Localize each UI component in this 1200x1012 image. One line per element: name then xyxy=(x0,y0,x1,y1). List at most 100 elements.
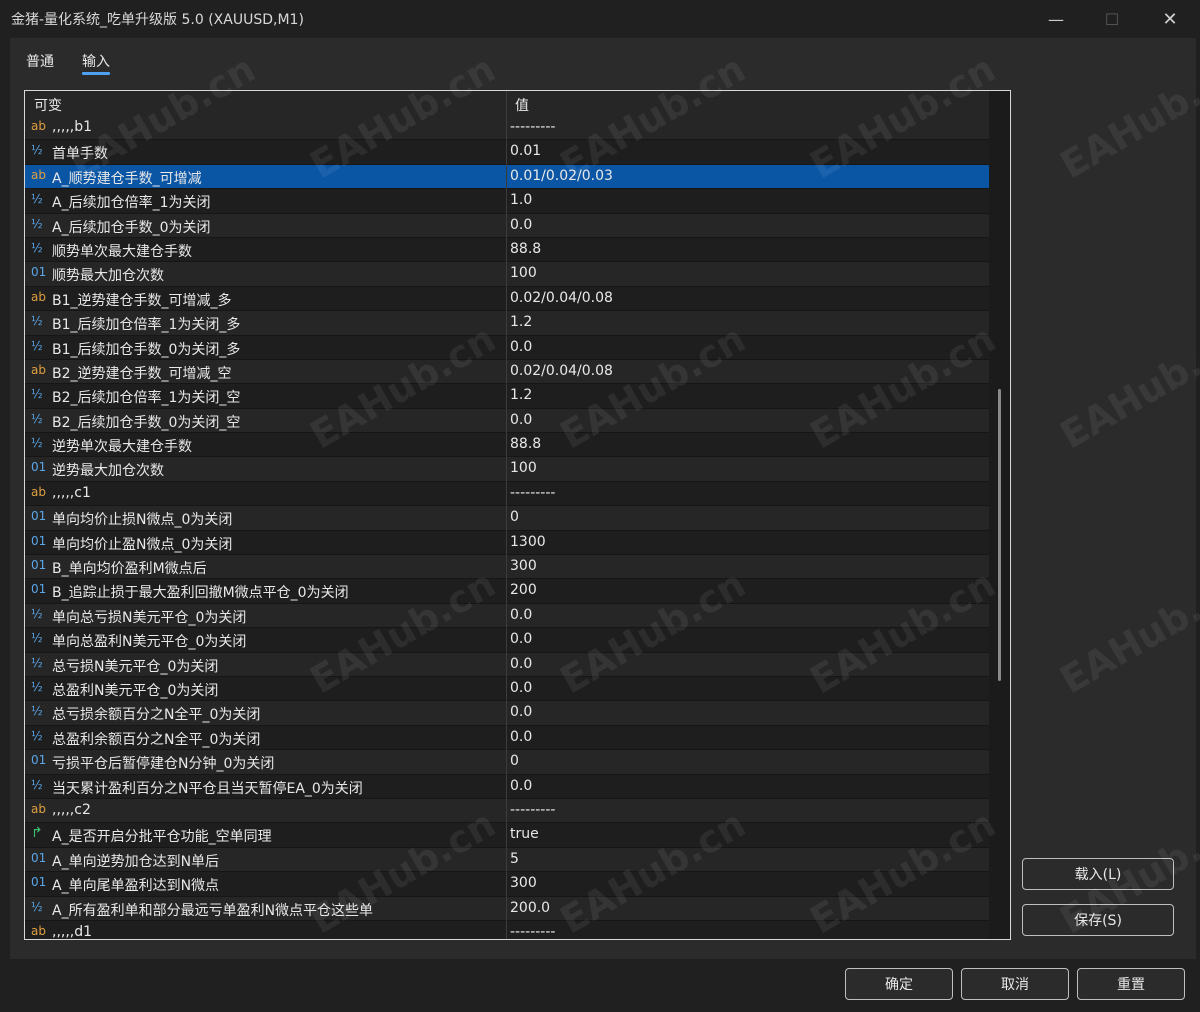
column-header-variable[interactable]: 可变 xyxy=(34,95,62,115)
table-row[interactable]: ab ,,,,,c2 --------- xyxy=(25,798,989,824)
param-value[interactable]: 0.0 xyxy=(510,631,532,647)
param-value[interactable]: 0.01/0.02/0.03 xyxy=(510,168,613,184)
table-row[interactable]: ½ 顺势单次最大建仓手数 88.8 xyxy=(25,237,989,263)
scrollbar-thumb[interactable] xyxy=(998,389,1001,681)
param-name: A_单向逆势加仓达到N单后 xyxy=(52,853,220,870)
param-name: 单向均价止损N微点_0为关闭 xyxy=(52,512,233,529)
ok-button[interactable]: 确定 xyxy=(845,968,953,1000)
param-value[interactable]: 1.2 xyxy=(510,387,532,403)
table-row[interactable]: ½ A_后续加仓倍率_1为关闭 1.0 xyxy=(25,189,989,214)
table-row[interactable]: ab ,,,,,d1 --------- xyxy=(25,920,989,939)
integer-type-icon: 01 xyxy=(31,509,47,524)
param-value[interactable]: 0.0 xyxy=(510,680,532,696)
param-value[interactable]: 100 xyxy=(510,460,537,476)
table-row[interactable]: 01 B_追踪止损于最大盈利回撤M微点平仓_0为关闭 200 xyxy=(25,579,989,604)
param-value[interactable]: 88.8 xyxy=(510,436,541,452)
integer-type-icon: 01 xyxy=(31,460,47,475)
table-row[interactable]: 01 单向均价止盈N微点_0为关闭 1300 xyxy=(25,530,989,556)
param-value[interactable]: 0.02/0.04/0.08 xyxy=(510,290,613,306)
param-value[interactable]: 0.0 xyxy=(510,656,532,672)
table-row[interactable]: ½ B1_后续加仓倍率_1为关闭_多 1.2 xyxy=(25,311,989,336)
param-value[interactable]: 0.01 xyxy=(510,143,541,159)
table-row[interactable]: ½ 当天累计盈利百分之N平仓且当天暂停EA_0为关闭 0.0 xyxy=(25,774,989,799)
table-row[interactable]: 01 亏损平仓后暂停建仓N分钟_0为关闭 0 xyxy=(25,750,989,775)
param-value[interactable]: 0.0 xyxy=(510,607,532,623)
param-name: 总亏损余额百分之N全平_0为关闭 xyxy=(52,707,261,724)
param-value[interactable]: 200.0 xyxy=(510,900,550,916)
minimize-button[interactable]: — xyxy=(1028,0,1084,38)
table-row[interactable]: ½ 逆势单次最大建仓手数 88.8 xyxy=(25,433,989,458)
param-value[interactable]: 300 xyxy=(510,558,537,574)
table-row[interactable]: ½ 单向总盈利N美元平仓_0为关闭 0.0 xyxy=(25,628,989,653)
table-row[interactable]: 01 B_单向均价盈利M微点后 300 xyxy=(25,555,989,580)
param-value[interactable]: --------- xyxy=(510,802,555,818)
param-name: B1_后续加仓手数_0为关闭_多 xyxy=(52,341,241,358)
param-value[interactable]: 5 xyxy=(510,851,519,867)
cancel-button[interactable]: 取消 xyxy=(961,968,1069,1000)
close-button[interactable]: ✕ xyxy=(1142,0,1198,38)
table-row[interactable]: 01 A_单向逆势加仓达到N单后 5 xyxy=(25,847,989,873)
param-name: 顺势最大加仓次数 xyxy=(52,268,164,285)
param-value[interactable]: 1.0 xyxy=(510,192,532,208)
param-value[interactable]: --------- xyxy=(510,485,555,501)
param-value[interactable]: 0.0 xyxy=(510,217,532,233)
reset-button[interactable]: 重置 xyxy=(1077,968,1185,1000)
maximize-button[interactable]: ☐ xyxy=(1084,0,1140,38)
table-row[interactable]: ½ 总亏损N美元平仓_0为关闭 0.0 xyxy=(25,652,989,677)
param-name: 总盈利N美元平仓_0为关闭 xyxy=(52,682,219,699)
param-value[interactable]: 1300 xyxy=(510,534,546,550)
table-row[interactable]: ab ,,,,,c1 --------- xyxy=(25,481,989,507)
param-value[interactable]: --------- xyxy=(510,924,555,939)
table-row[interactable]: ½ B1_后续加仓手数_0为关闭_多 0.0 xyxy=(25,335,989,360)
param-value[interactable]: 0 xyxy=(510,753,519,769)
load-button[interactable]: 载入(L) xyxy=(1022,858,1174,890)
param-value[interactable]: --------- xyxy=(510,119,555,135)
double-type-icon: ½ xyxy=(31,240,43,255)
double-type-icon: ½ xyxy=(31,192,43,207)
param-value[interactable]: 0.0 xyxy=(510,729,532,745)
table-row[interactable]: ½ A_后续加仓手数_0为关闭 0.0 xyxy=(25,213,989,238)
param-value[interactable]: 0 xyxy=(510,509,519,525)
param-value[interactable]: 1.2 xyxy=(510,314,532,330)
column-separator[interactable] xyxy=(506,91,507,939)
table-row[interactable]: 01 逆势最大加仓次数 100 xyxy=(25,457,989,482)
param-name: ,,,,,b1 xyxy=(52,119,93,135)
table-row[interactable]: 01 A_单向尾单盈利达到N微点 300 xyxy=(25,872,989,897)
table-row[interactable]: ab A_顺势建仓手数_可增减 0.01/0.02/0.03 xyxy=(25,164,989,190)
tab-common[interactable]: 普通 xyxy=(26,51,54,71)
table-header: 可变 值 xyxy=(25,91,989,116)
table-row[interactable]: ½ B2_后续加仓倍率_1为关闭_空 1.2 xyxy=(25,384,989,409)
table-row[interactable]: ab B2_逆势建仓手数_可增减_空 0.02/0.04/0.08 xyxy=(25,359,989,385)
table-row[interactable]: ½ 总盈利N美元平仓_0为关闭 0.0 xyxy=(25,676,989,702)
table-row[interactable]: 01 顺势最大加仓次数 100 xyxy=(25,262,989,287)
vertical-scrollbar[interactable] xyxy=(989,91,1010,939)
param-value[interactable]: 200 xyxy=(510,582,537,598)
param-value[interactable]: 0.0 xyxy=(510,339,532,355)
table-row[interactable]: 01 单向均价止损N微点_0为关闭 0 xyxy=(25,506,989,531)
string-type-icon: ab xyxy=(31,923,46,938)
double-type-icon: ½ xyxy=(31,314,43,329)
param-value[interactable]: 300 xyxy=(510,875,537,891)
param-value[interactable]: true xyxy=(510,826,539,842)
string-type-icon: ab xyxy=(31,289,46,304)
param-value[interactable]: 0.0 xyxy=(510,778,532,794)
param-value[interactable]: 0.02/0.04/0.08 xyxy=(510,363,613,379)
table-row[interactable]: ab ,,,,,b1 --------- xyxy=(25,116,989,141)
table-row[interactable]: ½ 总亏损余额百分之N全平_0为关闭 0.0 xyxy=(25,701,989,726)
column-header-value[interactable]: 值 xyxy=(515,95,529,115)
double-type-icon: ½ xyxy=(31,338,43,353)
table-row[interactable]: ↱ A_是否开启分批平仓功能_空单同理 true xyxy=(25,823,989,848)
table-row[interactable]: ½ 总盈利余额百分之N全平_0为关闭 0.0 xyxy=(25,725,989,751)
param-value[interactable]: 100 xyxy=(510,265,537,281)
table-row[interactable]: ½ A_所有盈利单和部分最远亏单盈利N微点平仓这些单 200.0 xyxy=(25,896,989,921)
integer-type-icon: 01 xyxy=(31,265,47,280)
param-value[interactable]: 0.0 xyxy=(510,704,532,720)
save-button[interactable]: 保存(S) xyxy=(1022,904,1174,936)
table-row[interactable]: ½ B2_后续加仓手数_0为关闭_空 0.0 xyxy=(25,408,989,434)
table-row[interactable]: ab B1_逆势建仓手数_可增减_多 0.02/0.04/0.08 xyxy=(25,286,989,312)
tab-inputs[interactable]: 输入 xyxy=(82,51,110,71)
param-value[interactable]: 0.0 xyxy=(510,412,532,428)
param-value[interactable]: 88.8 xyxy=(510,241,541,257)
table-row[interactable]: ½ 单向总亏损N美元平仓_0为关闭 0.0 xyxy=(25,603,989,629)
table-row[interactable]: ½ 首单手数 0.01 xyxy=(25,140,989,165)
